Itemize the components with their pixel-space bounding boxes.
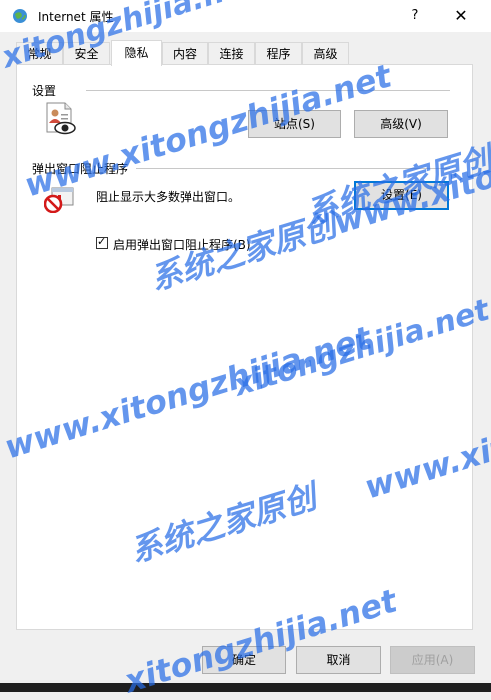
settings-heading: 设置 [32, 82, 61, 99]
tab-connections[interactable]: 连接 [208, 42, 255, 64]
privacy-panel [16, 64, 473, 630]
ok-button[interactable]: 确定 [202, 646, 286, 674]
tab-privacy[interactable]: 隐私 [111, 40, 162, 66]
advanced-button[interactable]: 高级(V) [354, 110, 448, 138]
tab-bar: 常规 安全 隐私 内容 连接 程序 高级 [16, 40, 486, 66]
checkmark-icon: ✓ [97, 235, 107, 248]
settings-divider [86, 90, 450, 91]
close-button[interactable]: ✕ [448, 2, 474, 30]
window-title: Internet 属性 [38, 10, 114, 24]
popup-blocker-heading: 弹出窗口阻止程序 [32, 160, 133, 177]
popup-settings-button[interactable]: 设置(E) [354, 181, 449, 210]
tab-content[interactable]: 内容 [162, 42, 208, 64]
tab-advanced[interactable]: 高级 [302, 42, 349, 64]
popup-blocked-icon [44, 187, 74, 213]
popup-blocker-description: 阻止显示大多数弹出窗口。 [96, 190, 241, 204]
apply-button[interactable]: 应用(A) [390, 646, 475, 674]
tab-general[interactable]: 常规 [16, 42, 63, 64]
taskbar [0, 683, 491, 692]
privacy-person-eye-icon [46, 102, 76, 135]
help-button[interactable]: ? [402, 2, 428, 30]
tab-security[interactable]: 安全 [63, 42, 110, 64]
globe-icon [13, 9, 27, 23]
title-bar: Internet 属性 ? ✕ [0, 0, 491, 32]
enable-popup-blocker-label[interactable]: 启用弹出窗口阻止程序(B) [113, 236, 251, 253]
popup-divider [136, 168, 450, 169]
cancel-button[interactable]: 取消 [296, 646, 381, 674]
enable-popup-blocker-checkbox[interactable]: ✓ [96, 235, 108, 249]
sites-button[interactable]: 站点(S) [248, 110, 341, 138]
tab-programs[interactable]: 程序 [255, 42, 302, 64]
